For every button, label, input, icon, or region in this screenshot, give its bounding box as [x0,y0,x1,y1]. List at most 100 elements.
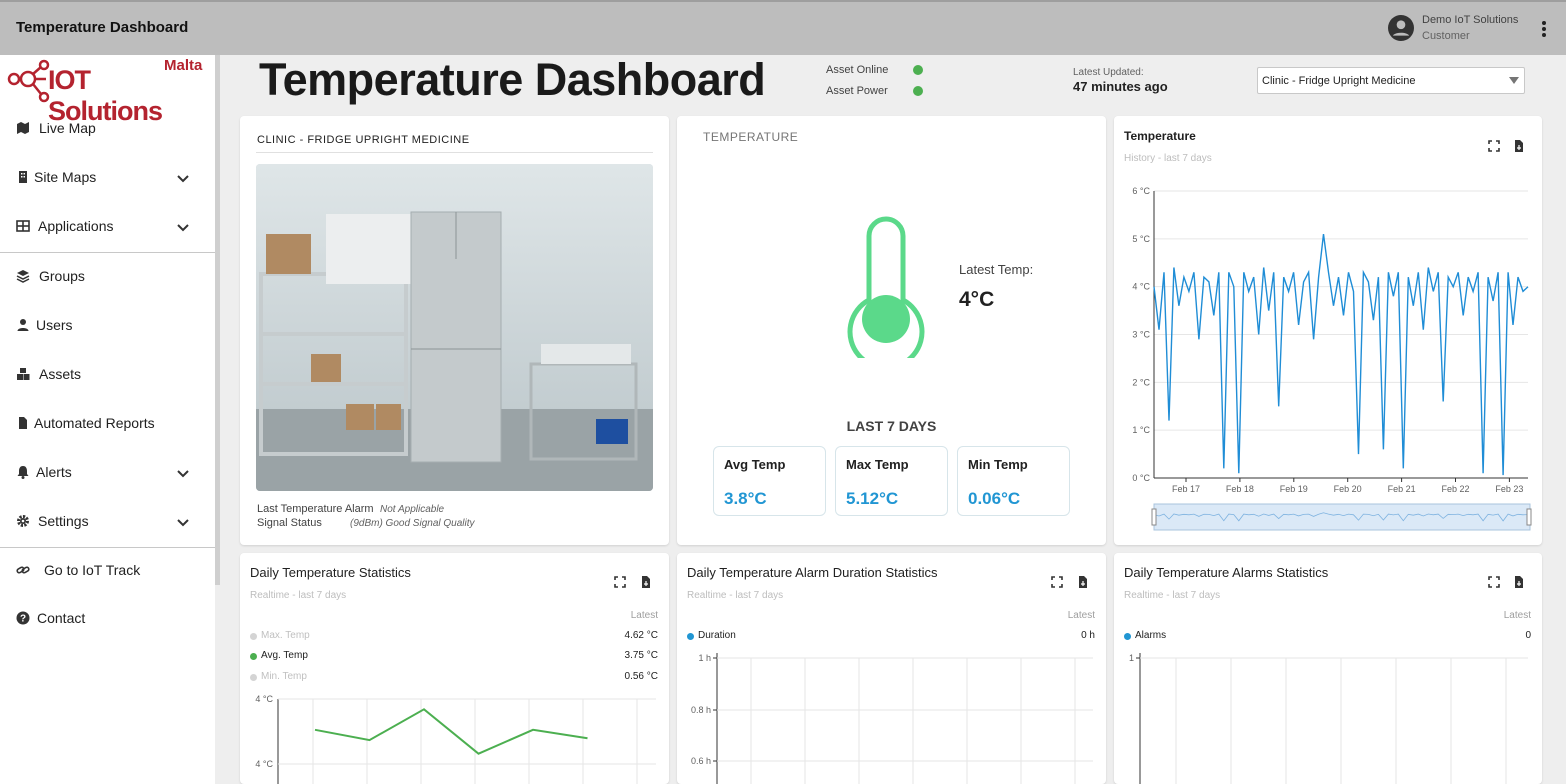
sidebar-item-label: Contact [37,610,86,626]
chevron-down-icon[interactable] [176,515,190,529]
asset-power-indicator [913,86,923,96]
signal-value: (9dBm) Good Signal Quality [350,518,475,529]
app-title: Temperature Dashboard [16,19,189,36]
avg-temp-value: 3.8°C [724,489,767,508]
alarm-duration-card: Daily Temperature Alarm Duration Statist… [677,553,1106,784]
sidebar-item-groups[interactable]: Groups [0,257,215,297]
logo[interactable]: IOT Solutions Malta [4,57,210,126]
sidebar-item-label: Settings [38,513,89,529]
sidebar-item-label: Assets [39,366,82,382]
x-tick-label: Feb 23 [1495,484,1523,494]
sidebar-divider [0,547,215,548]
y-tick-label: 1 °C [1132,425,1150,435]
sidebar-item-iot-track[interactable]: Go to IoT Track [0,551,215,591]
daily-temperature-chart[interactable]: 4 °C 4 °C [240,553,669,784]
updated-value: 47 minutes ago [1073,79,1168,94]
x-tick-label: Feb 18 [1226,484,1254,494]
sidebar-item-settings[interactable]: Settings [0,502,215,542]
more-vert-icon[interactable] [1534,18,1554,40]
x-tick-label: Feb 19 [1280,484,1308,494]
gear-icon [17,515,29,527]
sidebar-item-label: Go to IoT Track [44,562,141,578]
y-tick-label: 4 °C [255,759,273,769]
min-temp-value: 0.06°C [968,489,1021,508]
alarms-card: Daily Temperature Alarms Statistics Real… [1114,553,1542,784]
avg-temp-box: Avg Temp 3.8°C [713,446,826,516]
avg-temp-series-line [314,708,588,755]
y-tick-label: 0 °C [1132,473,1150,483]
logo-region: Malta [164,57,203,74]
sidebar-item-label: Alerts [36,464,72,480]
file-icon [19,417,27,429]
range-handle-left [1151,508,1157,526]
thermometer-icon [847,216,925,358]
temperature-card-title: TEMPERATURE [703,130,799,144]
max-temp-label: Max Temp [846,457,909,472]
sidebar-item-live-map[interactable]: Live Map [0,109,215,149]
y-tick-label: 2 °C [1132,377,1150,387]
sidebar-item-automated-reports[interactable]: Automated Reports [0,404,215,444]
sidebar-item-assets[interactable]: Assets [0,355,215,395]
asset-card-divider [256,152,653,153]
asset-card-title: CLINIC - FRIDGE UPRIGHT MEDICINE [257,134,470,146]
temperature-card: TEMPERATURE Latest Temp: 4°C LAST 7 DAYS… [677,116,1106,545]
asset-power-label: Asset Power [826,85,888,97]
x-tick-label: Feb 21 [1388,484,1416,494]
period-label: LAST 7 DAYS [846,418,937,434]
sidebar-item-label: Groups [39,268,85,284]
chevron-down-icon[interactable] [176,171,190,185]
y-tick-label: 6 °C [1132,186,1150,196]
chevron-down-icon[interactable] [176,220,190,234]
user-menu[interactable]: Demo IoT Solutions Customer [1376,2,1566,55]
svg-text:?: ? [20,614,26,625]
sidebar-item-users[interactable]: Users [0,306,215,346]
temperature-series-line [1153,234,1529,476]
y-tick-label: 0.8 h [691,705,711,715]
max-temp-value: 5.12°C [846,489,899,508]
chevron-down-icon[interactable] [176,466,190,480]
sidebar: IOT Solutions Malta Live Map Site Maps A… [0,55,215,784]
link-icon [16,566,30,574]
x-tick-label: Feb 17 [1172,484,1200,494]
asset-select[interactable]: Clinic - Fridge Upright Medicine [1257,67,1525,94]
sidebar-scrollbar[interactable] [215,55,220,585]
account-icon[interactable] [1388,15,1414,41]
alarm-duration-chart[interactable]: 1 h 0.8 h 0.6 h [677,553,1106,784]
user-name: Demo IoT Solutions [1422,14,1519,26]
daily-temperature-card: Daily Temperature Statistics Realtime - … [240,553,669,784]
range-navigator [1153,503,1531,531]
asset-card: CLINIC - FRIDGE UPRIGHT MEDICINE Last Te… [240,116,669,545]
fridge-photo [256,164,653,491]
sidebar-divider [0,252,215,253]
range-handle-right [1526,508,1532,526]
sidebar-item-contact[interactable]: ? Contact [0,599,215,639]
sidebar-item-alerts[interactable]: Alerts [0,453,215,493]
temperature-history-card: Temperature History - last 7 days 0 °C 1 … [1114,116,1542,545]
dropdown-arrow-icon [1509,77,1519,84]
asset-online-indicator [913,65,923,75]
y-tick-label: 1 [1129,653,1134,663]
x-tick-label: Feb 20 [1334,484,1362,494]
y-tick-label: 5 °C [1132,234,1150,244]
x-tick-label: Feb 22 [1441,484,1469,494]
signal-label: Signal Status [257,517,322,529]
cubes-icon [17,368,30,380]
min-temp-box: Min Temp 0.06°C [957,446,1070,516]
layers-icon [16,270,30,283]
alarms-chart[interactable]: 1 [1114,553,1542,784]
y-tick-label: 4 °C [255,694,273,704]
min-temp-label: Min Temp [968,457,1028,472]
y-tick-label: 3 °C [1132,330,1150,340]
building-icon [19,171,27,183]
y-tick-label: 1 h [698,653,711,663]
alarm-value: Not Applicable [380,504,445,515]
alarm-label: Last Temperature Alarm [257,503,374,515]
sidebar-item-applications[interactable]: Applications [0,207,215,247]
grid-icon [16,220,30,232]
latest-temp-label: Latest Temp: [959,262,1034,277]
help-icon: ? [16,611,30,625]
person-icon [17,319,29,331]
map-icon [17,122,29,134]
sidebar-item-site-maps[interactable]: Site Maps [0,158,215,198]
temperature-history-chart[interactable]: 0 °C 1 °C 2 °C 3 °C 4 °C 5 °C 6 °C Feb 17 Feb 18… [1114,116,1542,545]
